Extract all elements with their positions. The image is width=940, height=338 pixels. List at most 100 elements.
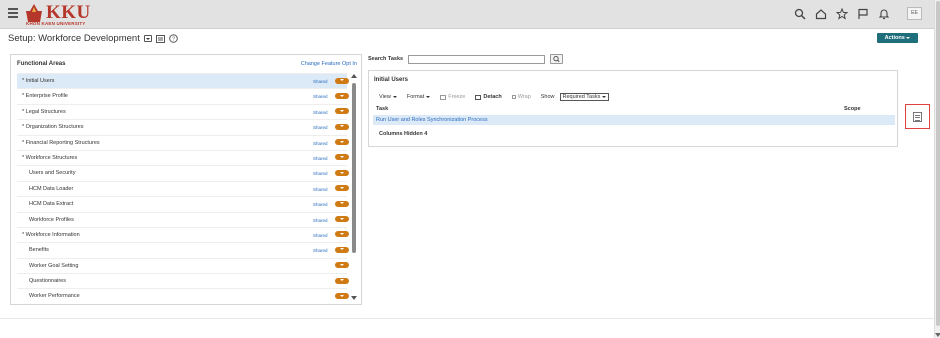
required-indicator: *: [22, 139, 25, 146]
functional-area-row[interactable]: * Workforce Information Shared: [17, 226, 349, 242]
functional-areas-header: Functional Areas Change Feature Opt In: [11, 55, 361, 72]
page-scrollbar-thumb[interactable]: [936, 1, 940, 326]
hamburger-menu-icon[interactable]: [8, 8, 18, 18]
show-select[interactable]: Required Tasks: [559, 93, 610, 101]
side-panel-toggle[interactable]: [905, 104, 930, 129]
scroll-down-arrow-icon[interactable]: [935, 333, 940, 337]
functional-area-name: Benefits: [29, 247, 49, 254]
functional-area-row[interactable]: * Financial Reporting Structures Shared: [17, 134, 349, 150]
shared-link[interactable]: Shared: [313, 218, 328, 223]
title-dropdown-icon[interactable]: [143, 35, 152, 42]
functional-area-row[interactable]: Worker Performance: [17, 288, 349, 303]
actions-button[interactable]: Actions: [877, 33, 918, 43]
list-icon[interactable]: [155, 34, 165, 43]
functional-areas-panel: Functional Areas Change Feature Opt In *…: [10, 54, 362, 305]
user-avatar[interactable]: EE: [907, 7, 922, 20]
flag-icon[interactable]: [857, 8, 869, 20]
svg-text:?: ?: [172, 37, 175, 43]
search-tasks-button[interactable]: [550, 54, 563, 64]
format-label: Format: [406, 94, 425, 100]
scope-column-header[interactable]: Scope: [844, 106, 861, 112]
row-actions-dropdown-icon[interactable]: [335, 246, 349, 253]
shared-link[interactable]: Shared: [313, 79, 328, 84]
format-menu[interactable]: Format: [406, 94, 431, 100]
row-actions-dropdown-icon[interactable]: [335, 123, 349, 130]
search-tasks-input[interactable]: [408, 55, 545, 64]
row-actions-dropdown-icon[interactable]: [335, 216, 349, 223]
functional-area-label: * Financial Reporting Structures: [22, 140, 100, 146]
actions-caret-icon: [906, 37, 911, 39]
shared-link[interactable]: Shared: [313, 171, 328, 176]
row-actions-dropdown-icon[interactable]: [335, 139, 349, 146]
functional-area-row[interactable]: Questionnaires: [17, 273, 349, 288]
functional-area-name: Worker Performance: [29, 293, 80, 300]
functional-area-label: HCM Data Extract: [29, 201, 73, 207]
functional-area-label: * Initial Users: [22, 78, 54, 84]
shared-link[interactable]: Shared: [313, 110, 328, 115]
tasks-panel: Initial Users View Format Freeze Detach …: [368, 70, 898, 147]
shared-link[interactable]: Shared: [313, 125, 328, 130]
view-label: View: [379, 94, 391, 100]
functional-areas-scrollbar[interactable]: [350, 74, 358, 304]
bell-icon[interactable]: [878, 8, 890, 20]
wrap-button[interactable]: Wrap: [511, 94, 531, 100]
shared-link[interactable]: Shared: [313, 233, 328, 238]
task-link[interactable]: Run User and Roles Synchronization Proce…: [376, 117, 488, 123]
functional-area-label: Worker Performance: [29, 293, 80, 299]
functional-area-label: * Organization Structures: [22, 124, 83, 130]
view-menu[interactable]: View: [379, 94, 397, 100]
row-actions-dropdown-icon[interactable]: [335, 154, 349, 161]
functional-area-row[interactable]: Workforce Profiles Shared: [17, 211, 349, 227]
search-icon[interactable]: [794, 8, 806, 20]
functional-area-row[interactable]: * Workforce Structures Shared: [17, 149, 349, 165]
show-label: Show: [540, 94, 555, 100]
shared-link[interactable]: Shared: [313, 187, 328, 192]
functional-area-row[interactable]: Worker Goal Setting: [17, 257, 349, 273]
shared-link[interactable]: Shared: [313, 248, 328, 253]
row-actions-dropdown-icon[interactable]: [335, 292, 349, 299]
functional-area-row[interactable]: HCM Data Extract Shared: [17, 196, 349, 211]
home-icon[interactable]: [815, 8, 827, 20]
row-actions-dropdown-icon[interactable]: [335, 200, 349, 207]
row-actions-dropdown-icon[interactable]: [335, 185, 349, 192]
scroll-up-icon[interactable]: [351, 74, 357, 78]
functional-area-row[interactable]: * Legal Structures Shared: [17, 103, 349, 119]
row-actions-dropdown-icon[interactable]: [335, 262, 349, 269]
row-actions-dropdown-icon[interactable]: [335, 277, 349, 284]
functional-area-label: Questionnaires: [29, 278, 66, 284]
functional-area-row[interactable]: * Organization Structures Shared: [17, 119, 349, 134]
shared-link[interactable]: Shared: [313, 202, 328, 207]
logo-subtext: KHON KAEN UNIVERSITY: [26, 21, 86, 26]
task-column-header[interactable]: Task: [376, 106, 388, 112]
shared-link[interactable]: Shared: [313, 141, 328, 146]
functional-areas-scroll-thumb[interactable]: [352, 83, 356, 253]
functional-area-row[interactable]: Users and Security Shared: [17, 165, 349, 180]
page-scrollbar[interactable]: [934, 0, 940, 338]
table-row[interactable]: Run User and Roles Synchronization Proce…: [373, 115, 895, 125]
shared-link[interactable]: Shared: [313, 156, 328, 161]
detach-button[interactable]: Detach: [475, 94, 502, 100]
wrap-label: Wrap: [517, 94, 531, 100]
functional-area-label: * Legal Structures: [22, 109, 66, 115]
functional-area-row[interactable]: * Enterprise Profile Shared: [17, 88, 349, 103]
functional-area-label: Worker Goal Setting: [29, 263, 78, 269]
functional-area-row[interactable]: Benefits Shared: [17, 242, 349, 257]
functional-area-row[interactable]: HCM Data Loader Shared: [17, 180, 349, 196]
functional-area-row[interactable]: * Initial Users Shared: [17, 73, 349, 89]
row-actions-dropdown-icon[interactable]: [335, 231, 349, 238]
star-icon[interactable]: [836, 8, 848, 20]
row-actions-dropdown-icon[interactable]: [335, 77, 349, 84]
row-actions-dropdown-icon[interactable]: [335, 169, 349, 176]
row-actions-dropdown-icon[interactable]: [335, 108, 349, 115]
help-icon[interactable]: ?: [169, 34, 178, 43]
page-title: Setup: Workforce Development: [8, 33, 140, 44]
functional-area-label: * Workforce Structures: [22, 155, 77, 161]
change-feature-opt-in-link[interactable]: Change Feature Opt In: [301, 61, 357, 67]
scroll-down-icon[interactable]: [351, 296, 357, 300]
shared-link[interactable]: Shared: [313, 94, 328, 99]
row-actions-dropdown-icon[interactable]: [335, 92, 349, 99]
freeze-button[interactable]: Freeze: [440, 94, 465, 100]
footer-divider: [0, 318, 934, 319]
kku-logo[interactable]: KKU KHON KAEN UNIVERSITY: [24, 2, 100, 27]
functional-area-label: HCM Data Loader: [29, 186, 73, 192]
